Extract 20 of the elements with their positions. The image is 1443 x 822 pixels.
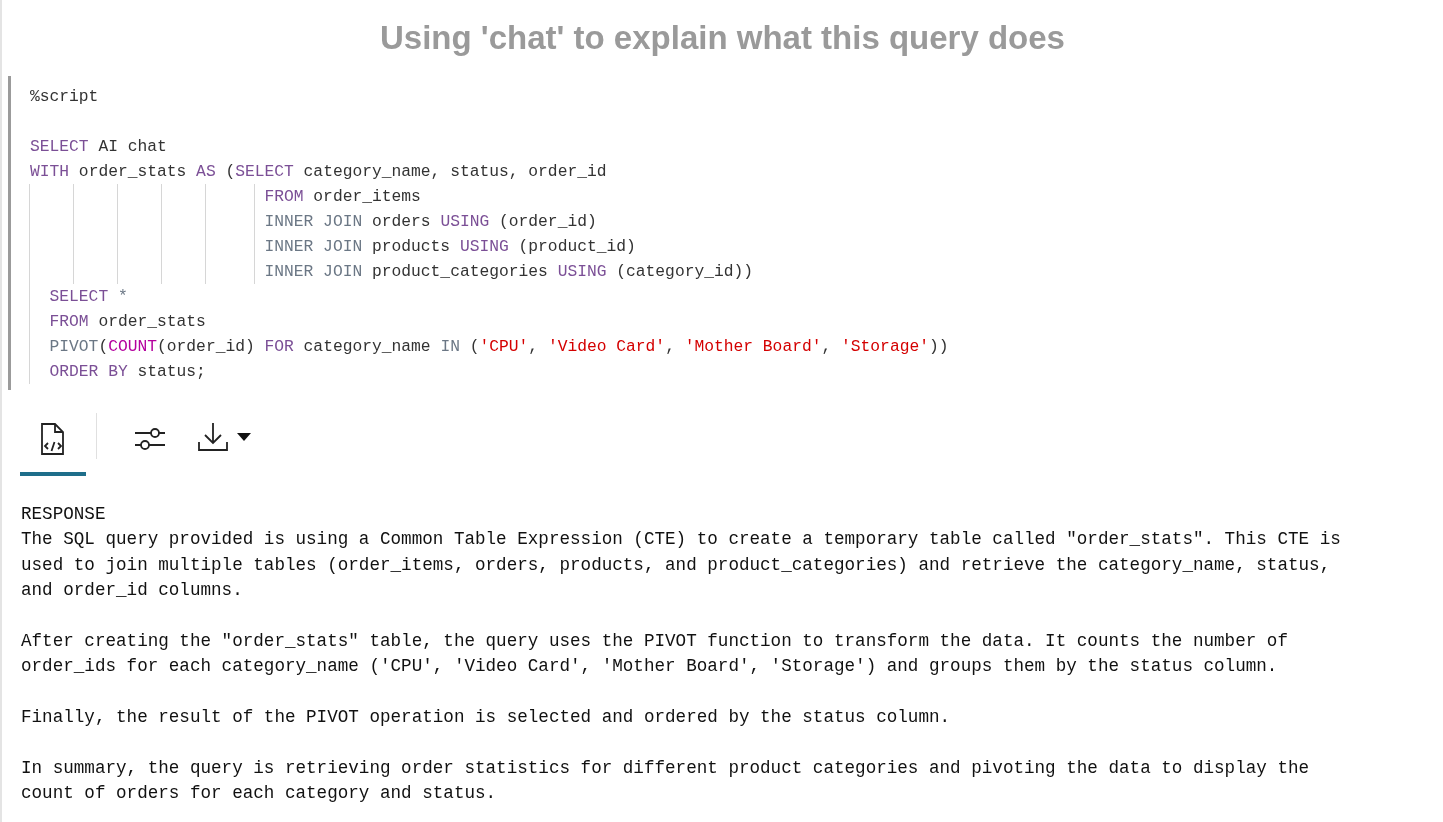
code-line: ORDER BY status; <box>49 362 206 381</box>
download-icon <box>197 422 229 452</box>
page-title: Using 'chat' to explain what this query does <box>380 18 1065 58</box>
response-label: RESPONSE <box>21 503 107 526</box>
code-line: SELECT AI chat <box>30 137 167 156</box>
code-line: PIVOT(COUNT(order_id) FOR category_name IN ('CPU', 'Video Card', 'Mother Board', 'Storage')) <box>49 337 949 356</box>
code-line: INNER JOIN products USING (product_id) <box>264 237 636 256</box>
code-line: FROM order_stats <box>49 312 206 331</box>
code-line: INNER JOIN product_categories USING (category_id)) <box>264 262 754 281</box>
response-paragraph: In summary, the query is retrieving order statistics for different product categories and pivoting the data to display the count of orders for each category and status. <box>21 757 1311 806</box>
code-line: WITH order_stats AS (SELECT category_name, status, order_id <box>30 162 607 181</box>
code-line: %script <box>30 87 99 106</box>
sliders-icon <box>134 426 166 452</box>
caret-icon <box>237 433 251 441</box>
code-line: INNER JOIN orders USING (order_id) <box>264 212 597 231</box>
code-line: FROM order_items <box>264 187 421 206</box>
code-line: SELECT * <box>49 287 128 306</box>
response-paragraph: After creating the "order_stats" table, the query uses the PIVOT function to transform the data. It counts the number of order_ids for each category_name ('CPU', 'Video Card', 'Mother Board', 'Storage') and groups them by the status column. <box>21 630 1289 679</box>
response-paragraph: Finally, the result of the PIVOT operation is selected and ordered by the status column. <box>21 706 952 730</box>
response-paragraph: The SQL query provided is using a Common Table Expression (CTE) to create a temporary table called "order_stats". This CTE is used to join multiple tables (order_items, orders, products, and product_categories) and retrieve the category_name, status, and order_id columns. <box>21 528 1342 603</box>
